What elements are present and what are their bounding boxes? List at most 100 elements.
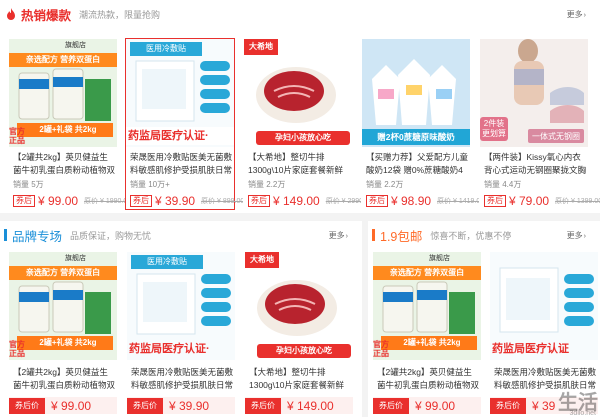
product-title[interactable]: 【大希地】整切牛排1300g\10片家庭套餐新鲜牛扒儿童牛肉… (248, 151, 350, 177)
price: ¥ 79.00 (509, 194, 550, 208)
store-label: 旗舰店 (429, 255, 450, 262)
price-row: 券后 ¥ 149.00 原价 ¥ 2990.00 (248, 193, 373, 209)
price-row: 券后 ¥ 79.00 原价 ¥ 1399.00 (484, 193, 600, 209)
coupon-tag: 券后 (484, 195, 506, 207)
product-image: 旗舰店 亲选配方 营养双蛋白 2罐+礼袋 共2kg 官方正品 (9, 39, 117, 147)
watermark-url: 3dllo.net (569, 410, 596, 417)
steak-image (244, 39, 352, 147)
product-title[interactable]: 荣晟医用冷敷贴医美无菌敷料敏感肌修护受损肌肤日常护理… (130, 151, 232, 177)
hot-more-link[interactable]: 更多› (567, 9, 586, 20)
product-image: 大希地 孕妇小孩放心吃 (245, 252, 353, 360)
more-label: 更多 (566, 10, 583, 19)
hot-title: 热销爆款 (21, 8, 72, 23)
price-bar: 券后价 ¥ 149.00 (245, 397, 353, 414)
price: ¥ 99.00 (51, 398, 92, 413)
cheap-section: 1.9包邮 惊喜不断，优惠不停 更多› 旗舰店 亲选配方 营养双蛋白 2罐+礼袋… (368, 221, 600, 417)
product-card[interactable]: 医用冷敷贴 药监局医疗认证· 荣晟医用冷敷贴医美无菌敷料敏感肌修护受损肌肤日常护… (125, 38, 244, 210)
product-label: 医用冷敷贴 (146, 44, 186, 53)
coupon-tag: 券后 (248, 195, 270, 207)
promo-footer: 赠2杯0蔗糖原味酸奶 (377, 132, 455, 142)
sales-count: 销量 4.4万 (484, 180, 522, 189)
product-image: 医用冷敷贴 药监局医疗认证· (126, 39, 234, 147)
brand-label: 大希地 (249, 42, 273, 51)
hot-header: 热销爆款 潮流热款，限量抢购 更多› (0, 0, 600, 28)
sales-count: 销量 10万+ (130, 180, 170, 189)
product-image: 医用冷敷贴 药监局医疗认证· (127, 252, 235, 360)
product-image: 药监局医疗认证 (490, 252, 598, 360)
sales-count: 销量 2.2万 (366, 180, 404, 189)
cheap-more-link[interactable]: 更多› (567, 230, 586, 241)
product-image: 2件装 更划算 一体式无钢圈 (480, 39, 588, 147)
product-title[interactable]: 【2罐共2kg】英贝健益生菌牛初乳蛋白质粉动植物双蛋白粉… (13, 151, 115, 177)
price: ¥ 39 (532, 398, 556, 413)
coupon-tag: 券后价 (9, 397, 45, 414)
promo-headline: 亲选配方 营养双蛋白 (25, 268, 101, 277)
cheap-title: 1.9包邮 (380, 229, 423, 244)
coupon-tag: 券后价 (373, 397, 409, 414)
promo-footer: 孕妇小孩放心吃 (276, 346, 332, 355)
brand-section: 品牌专场 品质保证，购物无忧 更多› 旗舰店 亲选配方 营养双蛋白 2罐+礼袋 … (0, 221, 362, 417)
fire-icon (7, 8, 15, 20)
price: ¥ 149.00 (287, 398, 334, 413)
yogurt-pouch-image (362, 39, 470, 147)
product-title[interactable]: 【两件装】Kissy氧心内衣背心式运动无钢圈聚拢文胸女… (484, 151, 586, 177)
price-bar: 券后价 ¥ 99.00 (373, 397, 481, 414)
product-image: 旗舰店 亲选配方 营养双蛋白 2罐+礼袋 共2kg 官方正品 (373, 252, 481, 360)
official-badge: 官方正品 (9, 127, 25, 145)
price-row: 券后 ¥ 99.00 原价 ¥ 1990.00 (13, 193, 131, 209)
brand-header: 品牌专场 品质保证，购物无忧 更多› (0, 221, 362, 249)
price: ¥ 39.90 (169, 398, 210, 413)
steak-image (245, 252, 353, 360)
product-title[interactable]: 【2罐共2kg】英贝健益生菌牛初乳蛋白质粉动植物双蛋白粉… (377, 366, 479, 392)
brand-label: 大希地 (250, 255, 274, 264)
price: ¥ 149.00 (273, 194, 320, 208)
coupon-tag: 券后价 (127, 397, 163, 414)
section-marker (4, 229, 7, 241)
product-card[interactable]: 旗舰店 亲选配方 营养双蛋白 2罐+礼袋 共2kg 官方正品 【2罐共2kg】英… (8, 38, 131, 208)
promo-footer: 2罐+礼袋 共2kg (403, 338, 461, 347)
coupon-tag: 券后 (366, 195, 388, 207)
cheap-header: 1.9包邮 惊喜不断，优惠不停 更多› (368, 221, 600, 249)
chevron-right-icon: › (583, 233, 586, 240)
chevron-right-icon: › (583, 12, 586, 19)
sales-count: 销量 2.2万 (248, 180, 286, 189)
promo-headline: 药监局医疗认证 (492, 343, 569, 355)
price: ¥ 98.90 (391, 194, 432, 208)
product-card[interactable]: 2件装 更划算 一体式无钢圈 【两件装】Kissy氧心内衣背心式运动无钢圈聚拢文… (479, 38, 600, 208)
official-badge: 官方正品 (373, 340, 389, 358)
price: ¥ 39.90 (155, 194, 196, 208)
promo-headline: 药监局医疗认证· (129, 343, 210, 355)
product-card[interactable]: 旗舰店 亲选配方 营养双蛋白 2罐+礼袋 共2kg 官方正品 【2罐共2kg】英… (372, 251, 482, 416)
product-title[interactable]: 【大希地】整切牛排1300g\10片家庭套餐新鲜牛扒儿童牛肉… (249, 366, 351, 392)
original-price: 原价 ¥ 899.00 (201, 198, 245, 205)
product-label: 医用冷敷贴 (147, 257, 187, 266)
original-price: 原价 ¥ 1419.00 (437, 198, 485, 205)
hot-subtitle: 潮流热款，限量抢购 (79, 9, 161, 20)
product-title[interactable]: 荣晟医用冷敷贴医美无菌敷料敏感肌修护受损肌肤日常护理… (131, 366, 233, 392)
brand-more-link[interactable]: 更多› (329, 230, 348, 241)
bundle-badge: 2件装 更划算 (482, 119, 506, 138)
coupon-tag: 券后 (130, 195, 152, 207)
original-price: 原价 ¥ 1399.00 (555, 198, 600, 205)
price-row: 券后 ¥ 39.90 原价 ¥ 899.00 (130, 193, 244, 209)
product-card[interactable]: 大希地 孕妇小孩放心吃 【大希地】整切牛排1300g\10片家庭套餐新鲜牛扒儿童… (243, 38, 373, 208)
official-badge: 官方正品 (9, 340, 25, 358)
product-card[interactable]: 医用冷敷贴 药监局医疗认证· 荣晟医用冷敷贴医美无菌敷料敏感肌修护受损肌肤日常护… (126, 251, 236, 416)
cheap-subtitle: 惊喜不断，优惠不停 (430, 230, 512, 241)
product-title[interactable]: 【2罐共2kg】英贝健益生菌牛初乳蛋白质粉动植物双蛋白粉… (13, 366, 115, 392)
price-bar: 券后价 ¥ 99.00 (9, 397, 117, 414)
more-label: 更多 (328, 231, 345, 240)
product-card[interactable]: 赠2杯0蔗糖原味酸奶 【买赠力荐】父爱配方儿童酸奶12袋 赠0%蔗糖酸奶4杯 销… (361, 38, 484, 208)
product-image: 旗舰店 亲选配方 营养双蛋白 2罐+礼袋 共2kg 官方正品 (9, 252, 117, 360)
price-bar: 券后价 ¥ 39.90 (127, 397, 235, 414)
promo-footer: 一体式无钢圈 (532, 132, 580, 141)
product-title[interactable]: 【买赠力荐】父爱配方儿童酸奶12袋 赠0%蔗糖酸奶4杯 (366, 151, 468, 177)
product-card[interactable]: 大希地 孕妇小孩放心吃 【大希地】整切牛排1300g\10片家庭套餐新鲜牛扒儿童… (244, 251, 354, 416)
hot-section: 热销爆款 潮流热款，限量抢购 更多› 旗舰店 亲选配方 营养双蛋白 2罐+礼袋 … (0, 0, 600, 213)
promo-footer: 2罐+礼袋 共2kg (39, 338, 97, 347)
coupon-tag: 券后 (13, 195, 35, 207)
product-card[interactable]: 旗舰店 亲选配方 营养双蛋白 2罐+礼袋 共2kg 官方正品 【2罐共2kg】英… (8, 251, 118, 416)
price: ¥ 99.00 (415, 398, 456, 413)
sales-count: 销量 5万 (13, 180, 44, 189)
chevron-right-icon: › (345, 233, 348, 240)
